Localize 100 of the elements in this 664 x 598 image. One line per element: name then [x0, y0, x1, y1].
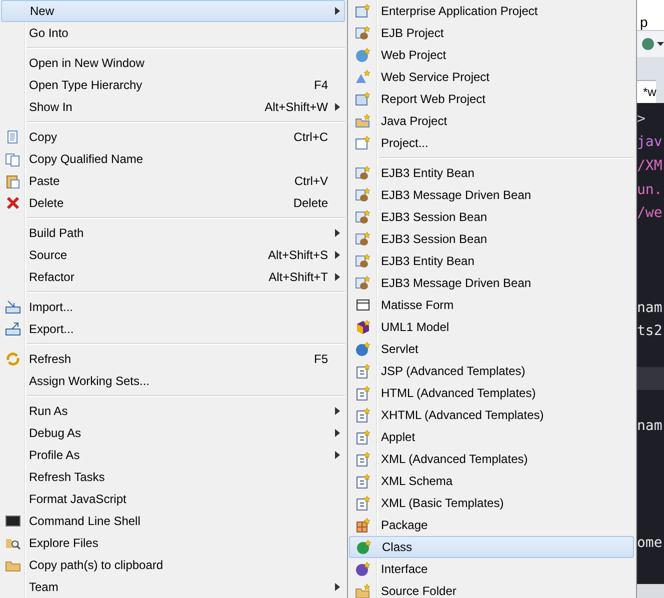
chart-project-icon: [355, 91, 371, 107]
code-line: ts2: [637, 323, 662, 340]
menu-item[interactable]: Paste Ctrl+V: [0, 170, 345, 192]
menu-item[interactable]: New: [1, 0, 345, 22]
file-icon: [355, 473, 371, 489]
copy-icon: [5, 151, 21, 167]
menu-item[interactable]: Source Alt+Shift+S: [0, 244, 345, 266]
menu-item[interactable]: Open in New Window: [0, 52, 345, 74]
import-icon: [5, 299, 21, 315]
cube-icon: [355, 319, 371, 335]
menu-item[interactable]: UML1 Model: [348, 316, 634, 338]
folder-icon: [355, 113, 371, 129]
bean-icon: [355, 253, 371, 269]
class-icon: [356, 539, 372, 555]
code-line: ome: [637, 535, 662, 552]
menu-item[interactable]: Refresh F5: [0, 348, 345, 370]
submenu-arrow-icon: [334, 407, 340, 415]
clipboard-icon: [5, 173, 21, 189]
menu-item[interactable]: EJB3 Session Bean: [348, 228, 634, 250]
project-icon: [355, 69, 371, 85]
code-line: >: [637, 110, 646, 127]
project-icon: [355, 3, 371, 19]
menu-item[interactable]: Explore Files: [0, 532, 345, 554]
menu-item[interactable]: Export...: [0, 318, 345, 340]
file-icon: [355, 495, 371, 511]
menu-item[interactable]: Web Service Project: [348, 66, 634, 88]
menu-item[interactable]: Report Web Project: [348, 88, 634, 110]
interface-icon: [355, 561, 371, 577]
menu-item[interactable]: HTML (Advanced Templates): [348, 382, 634, 404]
code-line: nam: [637, 418, 662, 434]
menu-item[interactable]: Copy path(s) to clipboard: [0, 554, 345, 576]
menu-item[interactable]: Servlet: [348, 338, 634, 360]
menu-item[interactable]: Source Folder: [348, 580, 634, 598]
submenu-arrow-icon: [334, 103, 340, 111]
menu-item[interactable]: Debug As: [0, 422, 345, 444]
code-line: /we: [637, 205, 662, 222]
editor-tab[interactable]: *w: [637, 80, 656, 103]
menu-item[interactable]: Web Project: [348, 44, 634, 66]
code-line: jav: [637, 134, 662, 150]
menu-item[interactable]: XML (Basic Templates): [348, 492, 634, 514]
menu-item[interactable]: Refactor Alt+Shift+T: [0, 266, 345, 288]
code-line: nam: [637, 300, 662, 316]
menu-item[interactable]: Open Type Hierarchy F4: [0, 74, 345, 96]
menu-item[interactable]: Import...: [0, 296, 345, 318]
menu-item[interactable]: Copy Ctrl+C: [0, 126, 345, 148]
menu-item[interactable]: EJB3 Message Driven Bean: [348, 184, 634, 206]
current-line-highlight: [637, 366, 664, 390]
file-icon: [355, 385, 371, 401]
bean-icon: [355, 187, 371, 203]
globe-icon[interactable]: [641, 37, 655, 51]
menu-item[interactable]: Class: [349, 536, 634, 558]
submenu-arrow-icon: [334, 229, 340, 237]
menu-item[interactable]: Command Line Shell: [0, 510, 345, 532]
menu-item[interactable]: Interface: [348, 558, 634, 580]
menu-item[interactable]: JSP (Advanced Templates): [348, 360, 634, 382]
menu-item[interactable]: Assign Working Sets...: [0, 370, 345, 392]
submenu-arrow-icon: [334, 7, 340, 15]
status-bar: [637, 584, 664, 598]
menu-item[interactable]: Java Project: [348, 110, 634, 132]
menu-item[interactable]: EJB3 Entity Bean: [348, 250, 634, 272]
refresh-icon: [5, 351, 21, 367]
menu-item[interactable]: Show In Alt+Shift+W: [0, 96, 345, 118]
menu-item[interactable]: Copy Qualified Name: [0, 148, 345, 170]
menu-item[interactable]: Enterprise Application Project: [348, 0, 634, 22]
menu-item[interactable]: Run As: [0, 400, 345, 422]
package-icon: [355, 517, 371, 533]
submenu-arrow-icon: [334, 583, 340, 591]
menu-item[interactable]: Matisse Form: [348, 294, 634, 316]
globe-icon: [355, 47, 371, 63]
file-icon: [355, 429, 371, 445]
menu-item[interactable]: Refresh Tasks: [0, 466, 345, 488]
menu-item[interactable]: XHTML (Advanced Templates): [348, 404, 634, 426]
menu-item[interactable]: Build Path: [0, 222, 345, 244]
export-icon: [5, 321, 21, 337]
menu-item[interactable]: EJB Project: [348, 22, 634, 44]
submenu-arrow-icon: [334, 429, 340, 437]
menu-item[interactable]: Go Into: [0, 22, 345, 44]
caret-icon[interactable]: [657, 42, 664, 46]
bean-icon: [355, 165, 371, 181]
perspective-tab[interactable]: p: [637, 0, 664, 31]
menu-item[interactable]: XML (Advanced Templates): [348, 448, 634, 470]
menu-item[interactable]: Applet: [348, 426, 634, 448]
menu-item[interactable]: Package: [348, 514, 634, 536]
menu-item[interactable]: EJB3 Session Bean: [348, 206, 634, 228]
code-line: un.: [637, 182, 662, 198]
servlet-icon: [355, 341, 371, 357]
file-icon: [355, 363, 371, 379]
menu-item[interactable]: Profile As: [0, 444, 345, 466]
menu-item[interactable]: Format JavaScript: [0, 488, 345, 510]
menu-item[interactable]: XML Schema: [348, 470, 634, 492]
menu-item[interactable]: Team: [0, 576, 345, 598]
submenu-arrow-icon: [334, 451, 340, 459]
menu-item[interactable]: Delete Delete: [0, 192, 345, 214]
menu-item[interactable]: EJB3 Entity Bean: [348, 162, 634, 184]
menu-item[interactable]: EJB3 Message Driven Bean: [348, 272, 634, 294]
submenu-arrow-icon: [334, 273, 340, 281]
delete-icon: [5, 195, 21, 211]
project-icon: [355, 135, 371, 151]
menu-item[interactable]: Project...: [348, 132, 634, 154]
project-icon: [355, 25, 371, 41]
